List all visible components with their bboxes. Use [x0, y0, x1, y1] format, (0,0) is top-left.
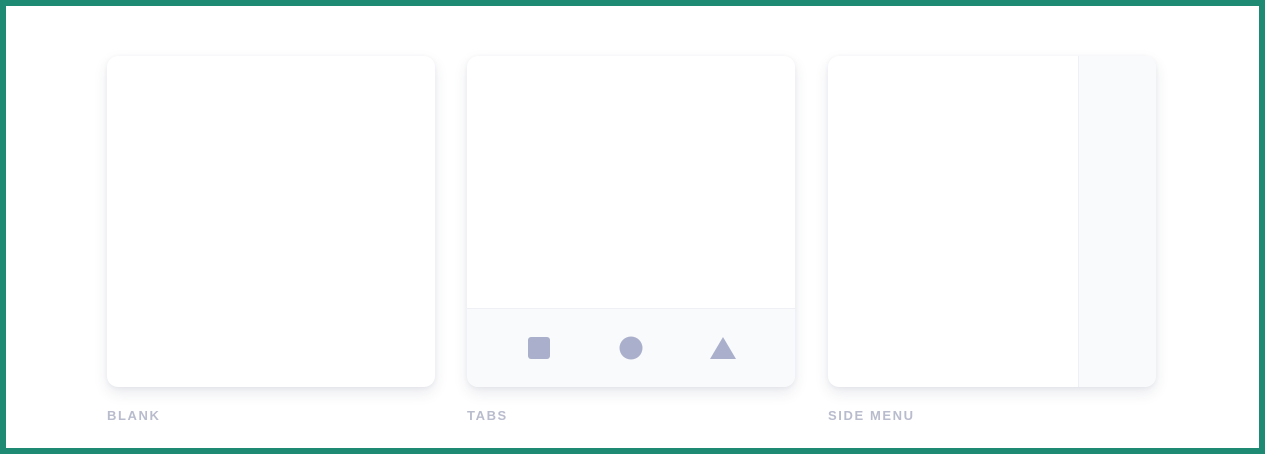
circle-icon	[618, 335, 644, 361]
blank-template-card[interactable]	[107, 56, 435, 387]
side-menu-panel-preview	[1078, 56, 1156, 387]
tabs-template-card[interactable]	[467, 56, 795, 387]
template-option-tabs[interactable]: TABS	[467, 56, 795, 423]
template-option-side-menu[interactable]: SIDE MENU	[828, 56, 1156, 423]
template-picker-frame: BLANK TABS SIDE MENU	[0, 0, 1265, 454]
tab-bar-preview	[467, 308, 795, 387]
triangle-icon	[710, 335, 736, 361]
side-menu-template-label: SIDE MENU	[828, 408, 915, 423]
tabs-template-label: TABS	[467, 408, 508, 423]
blank-template-label: BLANK	[107, 408, 161, 423]
square-icon	[526, 335, 552, 361]
template-option-blank[interactable]: BLANK	[107, 56, 435, 423]
side-menu-template-card[interactable]	[828, 56, 1156, 387]
